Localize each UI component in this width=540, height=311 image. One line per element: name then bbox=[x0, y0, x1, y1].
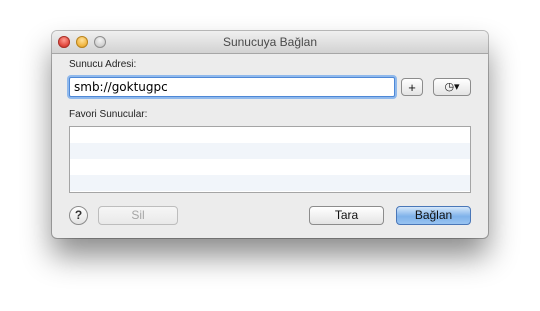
recent-servers-button[interactable]: ◷▾ bbox=[433, 78, 471, 96]
remove-button[interactable]: Sil bbox=[98, 206, 178, 225]
connect-button[interactable]: Bağlan bbox=[396, 206, 471, 225]
server-address-label: Sunucu Adresi: bbox=[69, 59, 137, 70]
favorite-servers-label: Favori Sunucular: bbox=[69, 109, 148, 120]
title-bar: Sunucuya Bağlan bbox=[52, 31, 488, 54]
window-title: Sunucuya Bağlan bbox=[222, 35, 318, 49]
list-item bbox=[70, 175, 470, 191]
browse-button[interactable]: Tara bbox=[309, 206, 384, 225]
favorite-servers-list[interactable] bbox=[69, 126, 471, 193]
add-favorite-button[interactable]: + bbox=[401, 78, 423, 96]
list-item bbox=[70, 159, 470, 175]
connect-to-server-window: Sunucuya Bağlan Sunucu Adresi: + ◷▾ Favo… bbox=[52, 31, 488, 238]
list-item bbox=[70, 127, 470, 143]
list-item bbox=[70, 143, 470, 159]
help-button[interactable]: ? bbox=[69, 206, 88, 225]
server-address-input[interactable] bbox=[69, 77, 395, 97]
